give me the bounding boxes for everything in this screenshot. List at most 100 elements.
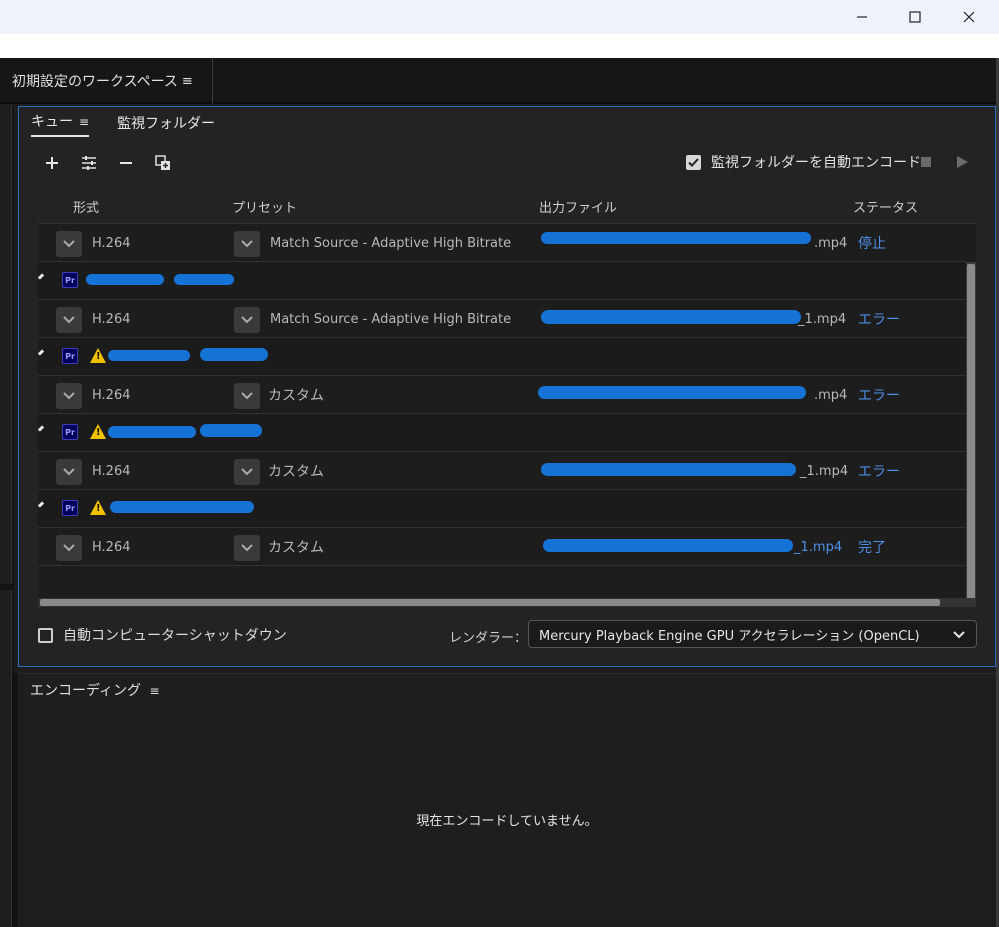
format-dropdown[interactable] bbox=[56, 307, 82, 333]
minimize-button[interactable] bbox=[835, 0, 889, 34]
vertical-scrollbar[interactable] bbox=[966, 262, 976, 607]
queue-item[interactable]: H.264 カスタム _1.mp4 エラー bbox=[38, 452, 966, 490]
preset-value[interactable]: カスタム bbox=[268, 376, 324, 414]
format-dropdown[interactable] bbox=[56, 459, 82, 485]
vertical-scroll-thumb[interactable] bbox=[967, 264, 975, 600]
format-value[interactable]: H.264 bbox=[92, 376, 131, 414]
renderer-label: レンダラー： bbox=[449, 631, 528, 646]
source-row[interactable]: Pr ! bbox=[38, 414, 966, 452]
status-link[interactable]: 完了 bbox=[858, 528, 886, 566]
left-panel-top bbox=[0, 106, 12, 584]
preset-dropdown[interactable] bbox=[234, 383, 260, 409]
output-file-link[interactable]: _1.mp4 bbox=[794, 528, 842, 566]
column-header-format[interactable]: 形式 bbox=[73, 197, 99, 216]
panel-tabs: キュー ≡ 監視フォルダー bbox=[31, 111, 243, 137]
renderer-selected-value: Mercury Playback Engine GPU アクセラレーション (O… bbox=[539, 628, 920, 644]
remove-button[interactable] bbox=[115, 152, 137, 174]
start-queue-button[interactable] bbox=[957, 156, 968, 168]
queue-panel: キュー ≡ 監視フォルダー 監視フォルダーを自動エンコード 形式 プリセット 出… bbox=[18, 106, 996, 667]
close-button[interactable] bbox=[942, 0, 996, 34]
hamburger-icon[interactable]: ≡ bbox=[149, 684, 159, 698]
format-value[interactable]: H.264 bbox=[92, 452, 131, 490]
status-link[interactable]: 停止 bbox=[858, 224, 886, 262]
redacted-source-name bbox=[108, 350, 190, 361]
auto-shutdown-checkbox[interactable] bbox=[38, 627, 53, 643]
left-panel-bottom bbox=[0, 590, 12, 927]
premiere-pro-icon: Pr bbox=[62, 348, 78, 364]
queue-item[interactable]: H.264 カスタム .mp4 エラー bbox=[38, 376, 966, 414]
left-panel-edge bbox=[0, 106, 14, 927]
add-source-button[interactable] bbox=[41, 152, 63, 174]
warning-icon: ! bbox=[90, 500, 106, 515]
preset-dropdown[interactable] bbox=[234, 307, 260, 333]
status-link[interactable]: エラー bbox=[858, 300, 900, 338]
preset-value[interactable]: Match Source - Adaptive High Bitrate bbox=[270, 300, 511, 338]
horizontal-scroll-thumb[interactable] bbox=[40, 599, 940, 606]
chevron-down-icon bbox=[63, 544, 75, 552]
chevron-down-icon bbox=[241, 392, 253, 400]
queue-item[interactable]: H.264 カスタム _1.mp4 完了 bbox=[38, 528, 966, 566]
output-file-suffix[interactable]: _1.mp4 bbox=[800, 452, 848, 490]
queue-item[interactable]: H.264 Match Source - Adaptive High Bitra… bbox=[38, 300, 966, 338]
preset-dropdown[interactable] bbox=[234, 535, 260, 561]
preset-value[interactable]: カスタム bbox=[268, 528, 324, 566]
column-header-status[interactable]: ステータス bbox=[853, 197, 918, 216]
format-dropdown[interactable] bbox=[56, 383, 82, 409]
plus-icon bbox=[46, 157, 58, 169]
format-value[interactable]: H.264 bbox=[92, 224, 131, 262]
duplicate-icon bbox=[155, 155, 170, 170]
format-dropdown[interactable] bbox=[56, 535, 82, 561]
maximize-button[interactable] bbox=[888, 0, 942, 34]
queue-item[interactable]: H.264 Match Source - Adaptive High Bitra… bbox=[38, 224, 966, 262]
column-header-preset[interactable]: プリセット bbox=[232, 197, 297, 216]
tab-watch-folders[interactable]: 監視フォルダー bbox=[117, 113, 215, 137]
hamburger-icon[interactable]: ≡ bbox=[79, 115, 89, 129]
auto-encode-toggle[interactable]: 監視フォルダーを自動エンコード bbox=[686, 152, 921, 172]
encoding-panel-title: エンコーディング ≡ bbox=[30, 680, 160, 700]
chevron-down-icon bbox=[63, 468, 75, 476]
source-row[interactable]: Pr ! bbox=[38, 490, 966, 528]
preset-dropdown[interactable] bbox=[234, 459, 260, 485]
format-value[interactable]: H.264 bbox=[92, 528, 131, 566]
format-dropdown[interactable] bbox=[56, 231, 82, 257]
chevron-down-icon bbox=[241, 316, 253, 324]
preset-dropdown[interactable] bbox=[234, 231, 260, 257]
source-row[interactable]: Pr ! bbox=[38, 338, 966, 376]
expand-toggle-icon[interactable] bbox=[38, 349, 45, 356]
status-link[interactable]: エラー bbox=[858, 376, 900, 414]
stop-queue-button[interactable] bbox=[921, 157, 931, 167]
status-link[interactable]: エラー bbox=[858, 452, 900, 490]
preset-value[interactable]: カスタム bbox=[268, 452, 324, 490]
encoding-status-message: 現在エンコードしていません。 bbox=[416, 814, 598, 829]
redacted-source-name bbox=[108, 426, 196, 438]
warning-icon: ! bbox=[90, 348, 106, 363]
chevron-down-icon bbox=[241, 544, 253, 552]
format-value[interactable]: H.264 bbox=[92, 300, 131, 338]
output-file-suffix[interactable]: .mp4 bbox=[814, 376, 847, 414]
chevron-down-icon bbox=[63, 392, 75, 400]
preset-settings-button[interactable] bbox=[78, 152, 100, 174]
redacted-output-path bbox=[538, 386, 806, 399]
column-header-output[interactable]: 出力ファイル bbox=[539, 197, 617, 216]
renderer-select[interactable]: Mercury Playback Engine GPU アクセラレーション (O… bbox=[528, 620, 977, 648]
tab-queue-label: キュー bbox=[31, 114, 73, 130]
redacted-source-name bbox=[174, 274, 234, 285]
workspace-tab-label: 初期設定のワークスペース bbox=[12, 74, 178, 90]
hamburger-icon[interactable]: ≡ bbox=[182, 74, 193, 89]
tab-queue[interactable]: キュー ≡ bbox=[31, 111, 90, 137]
duplicate-button[interactable] bbox=[152, 152, 174, 174]
output-file-suffix[interactable]: .mp4 bbox=[814, 224, 847, 262]
minus-icon bbox=[120, 162, 132, 164]
auto-encode-checkbox[interactable] bbox=[686, 154, 701, 170]
expand-toggle-icon[interactable] bbox=[38, 425, 45, 432]
redacted-output-path bbox=[541, 232, 811, 244]
output-file-suffix[interactable]: _1.mp4 bbox=[798, 300, 846, 338]
expand-toggle-icon[interactable] bbox=[38, 501, 45, 508]
workspace-tab[interactable]: 初期設定のワークスペース ≡ bbox=[0, 58, 213, 104]
chevron-down-icon bbox=[241, 240, 253, 248]
horizontal-scrollbar[interactable] bbox=[38, 598, 976, 607]
preset-value[interactable]: Match Source - Adaptive High Bitrate bbox=[270, 224, 511, 262]
auto-shutdown-toggle[interactable]: 自動コンピューターシャットダウン bbox=[38, 625, 287, 645]
expand-toggle-icon[interactable] bbox=[38, 273, 45, 280]
source-row[interactable]: Pr bbox=[38, 262, 966, 300]
